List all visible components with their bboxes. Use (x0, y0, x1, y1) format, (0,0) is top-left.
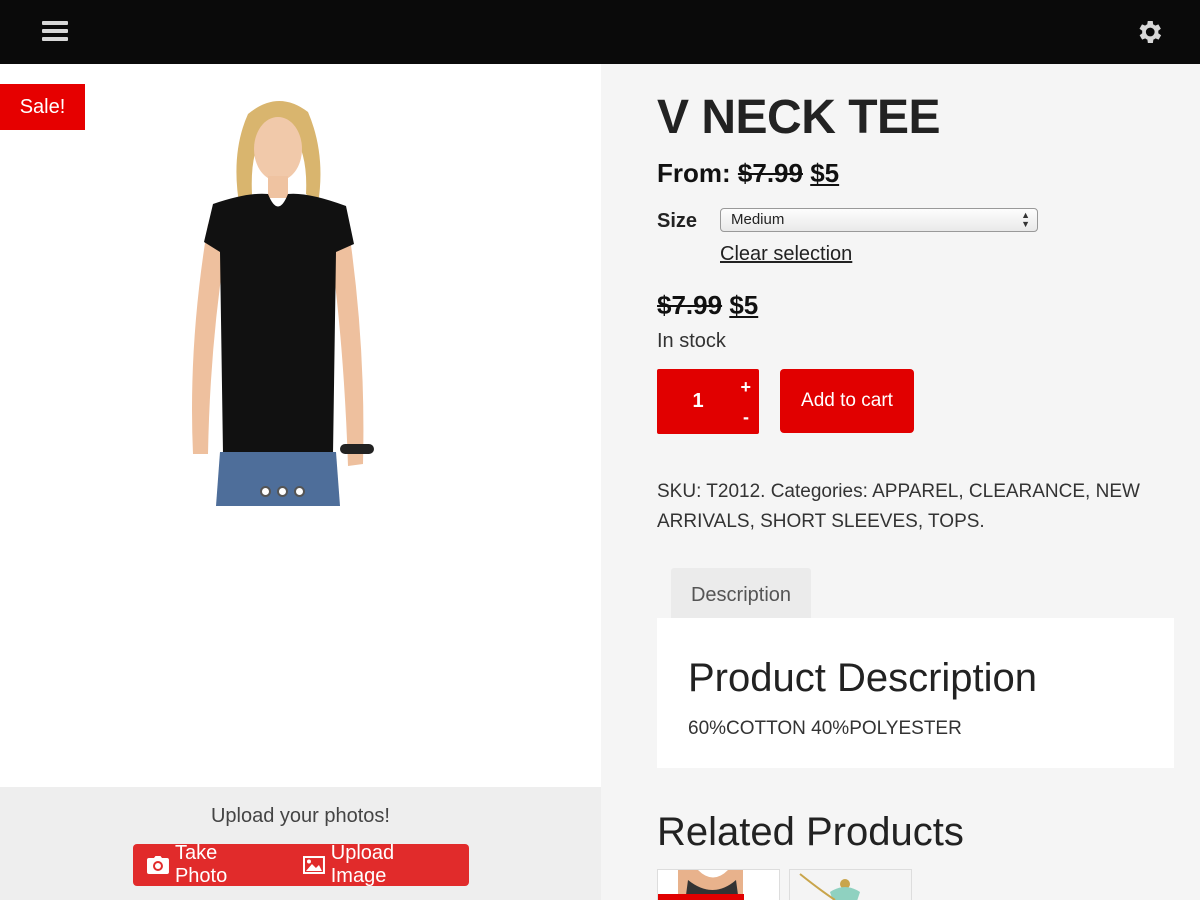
size-select[interactable]: Medium ▲ ▼ (720, 208, 1038, 232)
variation-sale-price: $5 (729, 290, 759, 320)
product-title: V NECK TEE (657, 91, 941, 144)
related-products-title: Related Products (657, 810, 964, 854)
tab-description[interactable]: Description (671, 568, 811, 622)
sale-price: $5 (810, 158, 840, 188)
gear-icon[interactable] (1134, 17, 1164, 47)
top-bar (0, 0, 1200, 64)
from-label: From: (657, 158, 731, 188)
product-summary: V NECK TEE From: $7.99 $5 Size Medium ▲ ▼… (601, 64, 1200, 900)
variation-old-price: $7.99 (657, 290, 723, 320)
quantity-input[interactable]: 1 (657, 369, 739, 434)
image-icon (302, 856, 325, 874)
sale-badge: Sale! (0, 84, 85, 130)
pagination-dot-3[interactable] (294, 486, 305, 497)
pagination-dot-2[interactable] (277, 486, 288, 497)
related-product-thumbnail[interactable] (789, 869, 912, 900)
description-text: 60%COTTON 40%POLYESTER (688, 718, 962, 739)
product-gallery: Sale! (0, 64, 601, 787)
related-product-thumbnail[interactable] (657, 869, 780, 900)
description-panel: Product Description 60%COTTON 40%POLYEST… (657, 618, 1174, 768)
product-image[interactable] (168, 94, 388, 506)
upload-image-label: Upload Image (330, 842, 395, 887)
stock-status: In stock (657, 330, 726, 352)
upload-title: Upload your photos! (210, 805, 390, 827)
quantity-decrement-button[interactable]: - (743, 407, 749, 428)
take-photo-button[interactable]: Take Photo (133, 842, 289, 887)
size-selected-value: Medium (731, 211, 785, 228)
take-photo-label: Take Photo (174, 842, 228, 887)
old-price: $7.99 (737, 158, 803, 188)
hamburger-menu-icon[interactable] (42, 21, 68, 43)
upload-image-button[interactable]: Upload Image (289, 842, 469, 887)
camera-icon (147, 856, 169, 874)
quantity-increment-button[interactable]: + (740, 377, 751, 398)
select-arrows-icon: ▲ ▼ (1021, 210, 1030, 229)
clear-selection-link[interactable]: Clear selection (720, 243, 852, 266)
variation-price: $7.99 $5 (657, 290, 758, 321)
quantity-stepper: 1 + - (657, 369, 759, 434)
pagination-dot-1[interactable] (260, 486, 271, 497)
image-pagination (260, 486, 305, 497)
product-meta: SKU: T2012. Categories: APPAREL, CLEARAN… (657, 481, 1140, 532)
price-range: From: $7.99 $5 (657, 158, 839, 189)
description-heading: Product Description (688, 656, 1038, 700)
upload-button-group: Take Photo Upload Image (133, 842, 469, 887)
size-label: Size (657, 210, 698, 232)
upload-panel: Upload your photos! Take Photo Upload Im… (0, 787, 601, 900)
add-to-cart-button[interactable]: Add to cart (780, 369, 914, 433)
